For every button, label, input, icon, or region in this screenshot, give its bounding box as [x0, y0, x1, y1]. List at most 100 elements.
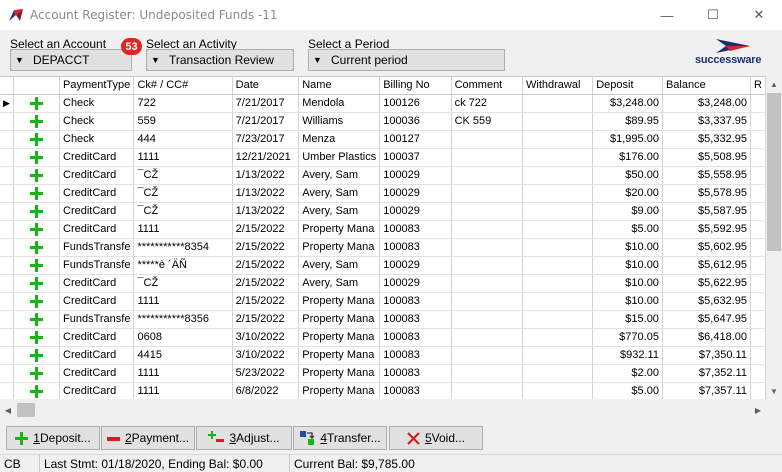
register-grid[interactable]: PaymentType Ck# / CC# Date Name Billing No Co… — [0, 76, 766, 399]
cell-r — [750, 148, 766, 167]
add-plus-icon[interactable] — [13, 184, 61, 203]
column-header-icon-col[interactable] — [13, 77, 61, 95]
add-plus-icon[interactable] — [13, 310, 61, 329]
table-row[interactable]: CreditCard 1111 5/23/2022 Property Mana 1000… — [0, 364, 766, 383]
table-row[interactable]: Check 559 7/21/2017 Williams 100036 CK 559 $89… — [0, 112, 766, 131]
cell-date: 6/8/2022 — [232, 382, 300, 399]
add-plus-icon[interactable] — [13, 292, 61, 311]
column-header-paymenttype-col[interactable]: PaymentType — [59, 77, 135, 95]
cell-comment — [451, 184, 524, 203]
row-indicator-icon — [0, 130, 14, 149]
scroll-down-icon[interactable]: ▼ — [766, 383, 782, 399]
cell-balance: $3,337.95 — [662, 112, 751, 131]
add-plus-icon[interactable] — [13, 256, 61, 275]
add-plus-icon[interactable] — [13, 94, 61, 113]
add-plus-icon[interactable] — [13, 238, 61, 257]
period-selector[interactable]: ▼ Current period — [308, 49, 505, 71]
column-header-withdrawal-col[interactable]: Withdrawal — [522, 77, 594, 95]
column-header-deposit-col[interactable]: Deposit — [592, 77, 663, 95]
table-row[interactable]: CreditCard ¯CŽ 1/13/2022 Avery, Sam 100029 $5… — [0, 166, 766, 185]
payment-button[interactable]: 2 Payment... — [101, 426, 195, 450]
table-row[interactable]: FundsTransfe *****è ´ÄÑ 2/15/2022 Avery, Sa… — [0, 256, 766, 275]
horizontal-scroll-thumb[interactable] — [17, 403, 35, 417]
table-row[interactable]: CreditCard ¯CŽ 1/13/2022 Avery, Sam 100029 $9… — [0, 202, 766, 221]
scroll-thumb[interactable] — [767, 93, 781, 251]
add-plus-icon[interactable] — [13, 112, 61, 131]
plus-icon — [29, 276, 43, 290]
cell-deposit: $770.05 — [592, 328, 663, 347]
status-code: CB — [0, 454, 40, 472]
column-header-r-col[interactable]: R — [750, 77, 766, 95]
table-row[interactable]: FundsTransfe ***********8354 2/15/2022 Prop… — [0, 238, 766, 257]
column-header-ck-cc-col[interactable]: Ck# / CC# — [133, 77, 233, 95]
table-row[interactable]: CreditCard ¯CŽ 1/13/2022 Avery, Sam 100029 $2… — [0, 184, 766, 203]
column-header-billing-no-col[interactable]: Billing No — [379, 77, 452, 95]
table-row[interactable]: CreditCard 0608 3/10/2022 Property Mana 1000… — [0, 328, 766, 347]
cell-deposit: $5.00 — [592, 220, 663, 239]
column-header-date-col[interactable]: Date — [232, 77, 300, 95]
table-row[interactable]: CreditCard 1111 2/15/2022 Property Mana 1000… — [0, 292, 766, 311]
cell-name: Property Mana — [298, 292, 381, 311]
add-plus-icon[interactable] — [13, 148, 61, 167]
cell-r — [750, 130, 766, 149]
vertical-scrollbar[interactable]: ▲ ▼ — [766, 76, 782, 399]
cell-balance: $7,352.11 — [662, 364, 751, 383]
table-row[interactable]: CreditCard ¯CŽ 2/15/2022 Avery, Sam 100029 $1… — [0, 274, 766, 293]
adjust-button[interactable]: 3 Adjust... — [196, 426, 292, 450]
table-row[interactable]: CreditCard 1111 2/15/2022 Property Mana 1000… — [0, 220, 766, 239]
deposit-button[interactable]: 1 Deposit... — [6, 426, 100, 450]
cell-balance: $5,592.95 — [662, 220, 751, 239]
scroll-right-icon[interactable]: ▶ — [750, 401, 766, 419]
row-indicator-icon — [0, 346, 14, 365]
table-row[interactable]: CreditCard 1111 12/21/2021 Umber Plastics 10… — [0, 148, 766, 167]
notification-badge[interactable]: 53 — [121, 38, 142, 55]
close-button[interactable]: ✕ — [736, 0, 782, 30]
activity-value: Transaction Review — [169, 53, 274, 67]
table-row[interactable]: ▶ Check 722 7/21/2017 Mendola 100126 ck 722 $3,… — [0, 94, 766, 113]
add-plus-icon[interactable] — [13, 328, 61, 347]
scroll-left-icon[interactable]: ◀ — [0, 401, 16, 419]
add-plus-icon[interactable] — [13, 364, 61, 383]
cell-name: Avery, Sam — [298, 202, 381, 221]
column-header-comment-col[interactable]: Comment — [451, 77, 524, 95]
table-row[interactable]: FundsTransfe ***********8356 2/15/2022 Prop… — [0, 310, 766, 329]
add-plus-icon[interactable] — [13, 382, 61, 399]
plus-icon — [29, 222, 43, 236]
cell-withdrawal — [522, 256, 594, 275]
add-plus-icon[interactable] — [13, 274, 61, 293]
logo-text: successware — [695, 54, 762, 66]
cell-billing: 100083 — [379, 238, 452, 257]
add-plus-icon[interactable] — [13, 346, 61, 365]
cell-date: 2/15/2022 — [232, 310, 300, 329]
add-plus-icon[interactable] — [13, 130, 61, 149]
cell-date: 5/23/2022 — [232, 364, 300, 383]
add-plus-icon[interactable] — [13, 220, 61, 239]
cell-ck: ¯CŽ — [133, 274, 233, 293]
table-row[interactable]: CreditCard 1111 6/8/2022 Property Mana 10008… — [0, 382, 766, 399]
activity-selector[interactable]: ▼ Transaction Review — [146, 49, 294, 71]
row-indicator-icon — [0, 364, 14, 383]
cell-comment — [451, 220, 524, 239]
cell-comment — [451, 310, 524, 329]
cell-comment: CK 559 — [451, 112, 524, 131]
cell-name: Property Mana — [298, 328, 381, 347]
account-selector[interactable]: ▼ DEPACCT — [10, 49, 132, 71]
transfer-button[interactable]: 4 Transfer... — [293, 426, 387, 450]
column-header-balance-col[interactable]: Balance — [662, 77, 751, 95]
cell-balance: $5,622.95 — [662, 274, 751, 293]
add-plus-icon[interactable] — [13, 166, 61, 185]
column-header-indicator-col[interactable] — [0, 77, 14, 95]
table-row[interactable]: Check 444 7/23/2017 Menza 100127 $1,995.00 $5,… — [0, 130, 766, 149]
cell-balance: $5,632.95 — [662, 292, 751, 311]
table-row[interactable]: CreditCard 4415 3/10/2022 Property Mana 1000… — [0, 346, 766, 365]
successware-logo: successware — [694, 38, 764, 68]
plus-icon — [29, 168, 43, 182]
maximize-button[interactable]: ☐ — [690, 0, 736, 30]
cell-name: Property Mana — [298, 382, 381, 399]
column-header-name-col[interactable]: Name — [298, 77, 381, 95]
minimize-button[interactable]: — — [644, 0, 690, 30]
horizontal-scrollbar[interactable]: ◀ ▶ — [0, 401, 766, 419]
add-plus-icon[interactable] — [13, 202, 61, 221]
scroll-up-icon[interactable]: ▲ — [766, 76, 782, 92]
void-button[interactable]: 5 Void... — [389, 426, 483, 450]
